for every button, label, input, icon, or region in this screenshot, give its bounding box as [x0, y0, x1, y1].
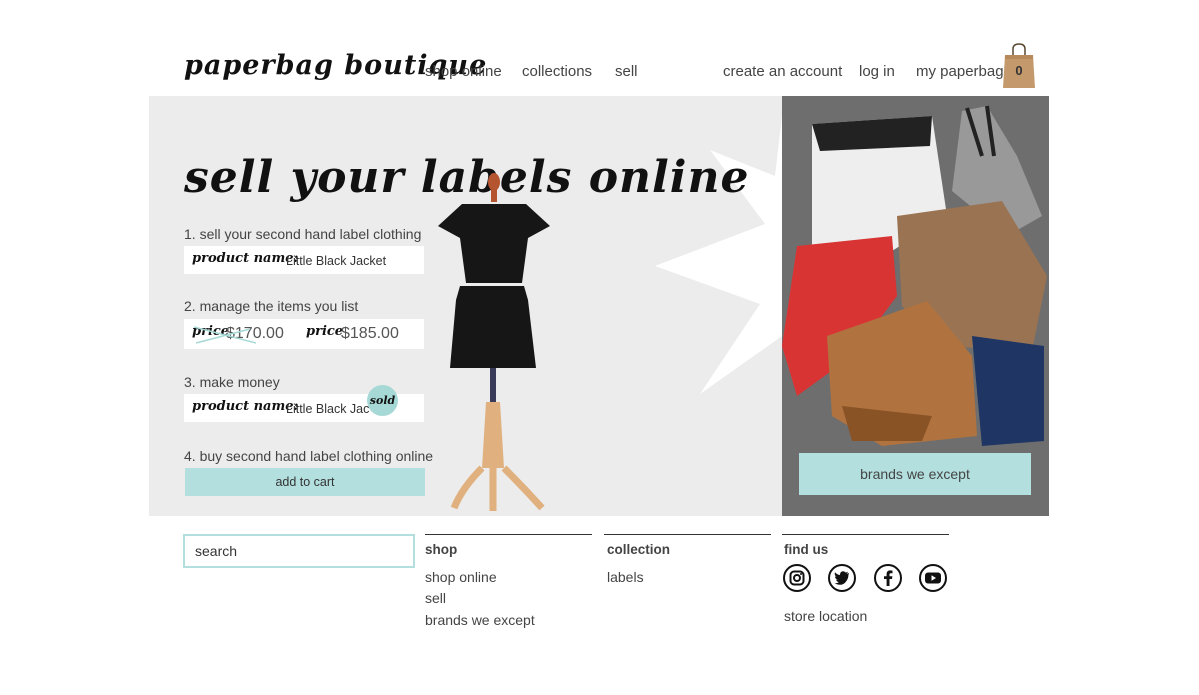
- twitter-icon[interactable]: [828, 564, 856, 592]
- strikethrough-mark: [193, 326, 257, 344]
- footer-link-brands[interactable]: brands we except: [425, 612, 535, 628]
- shopping-bag-icon[interactable]: 0: [1003, 43, 1035, 88]
- cart-count: 0: [1015, 63, 1023, 78]
- footer-shop-heading: shop: [425, 542, 458, 557]
- product-name-field: product name: Little Black Jacket: [184, 246, 424, 274]
- create-account-link[interactable]: create an account: [723, 63, 842, 80]
- brands-we-except-button[interactable]: brands we except: [799, 453, 1031, 495]
- sold-badge: sold: [367, 385, 398, 416]
- nav-collections[interactable]: collections: [522, 63, 592, 80]
- product-name-value: Little Black Jac: [286, 402, 370, 416]
- product-name-label: product name:: [192, 251, 299, 266]
- instagram-icon[interactable]: [783, 564, 811, 592]
- step-1-text: 1. sell your second hand label clothing: [184, 226, 422, 242]
- step-2-text: 2. manage the items you list: [184, 298, 359, 314]
- new-price-value: $185.00: [341, 325, 399, 342]
- price-field: price $170.00 price $185.00: [184, 319, 424, 349]
- footer-collection-column: collection labels: [604, 534, 771, 585]
- footer-link-sell[interactable]: sell: [425, 590, 446, 606]
- my-paperbag-link[interactable]: my paperbag: [916, 63, 1004, 80]
- footer-findus-column: find us store location: [782, 534, 949, 624]
- new-price-label: price: [306, 324, 344, 339]
- product-name-value: Little Black Jacket: [286, 254, 387, 268]
- search-input[interactable]: [183, 534, 415, 568]
- nav-sell[interactable]: sell: [615, 63, 638, 80]
- add-to-cart-button[interactable]: add to cart: [185, 468, 425, 496]
- nav-shop-online[interactable]: shop online: [425, 63, 502, 80]
- footer-shop-column: shop shop online sell brands we except: [425, 534, 592, 628]
- step-3-text: 3. make money: [184, 374, 280, 390]
- store-location-link[interactable]: store location: [784, 608, 867, 624]
- product-name-label: product name:: [192, 399, 299, 414]
- footer-link-shop-online[interactable]: shop online: [425, 569, 497, 585]
- footer-link-labels[interactable]: labels: [607, 569, 644, 585]
- footer-findus-heading: find us: [784, 542, 829, 557]
- facebook-icon[interactable]: [874, 564, 902, 592]
- dress-form-image: [438, 173, 550, 511]
- youtube-icon[interactable]: [919, 564, 947, 592]
- login-link[interactable]: log in: [859, 63, 895, 80]
- step-4-text: 4. buy second hand label clothing online: [184, 448, 434, 464]
- footer-collection-heading: collection: [607, 542, 671, 557]
